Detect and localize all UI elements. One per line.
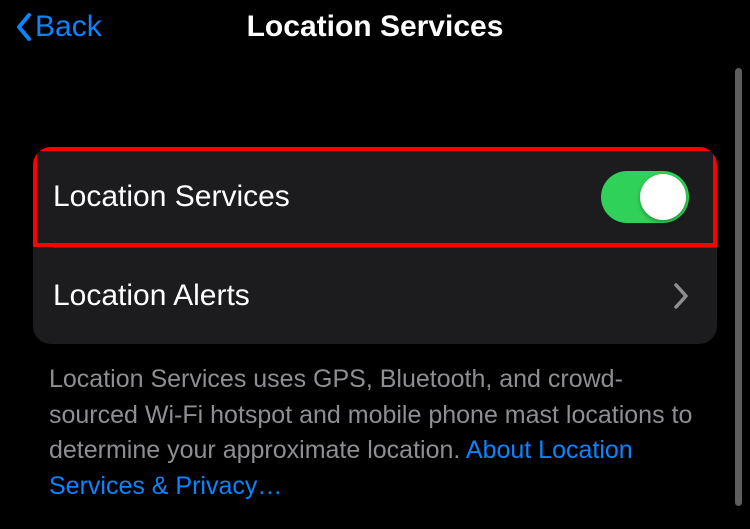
row-label: Location Services xyxy=(53,180,290,214)
row-location-services[interactable]: Location Services xyxy=(33,147,717,247)
chevron-right-icon xyxy=(673,282,689,310)
page-title: Location Services xyxy=(247,10,504,44)
settings-group: Location Services Location Alerts xyxy=(33,147,717,344)
row-label: Location Alerts xyxy=(53,279,250,313)
back-button[interactable]: Back xyxy=(15,10,102,44)
content: Location Services Location Alerts Locati… xyxy=(0,52,750,504)
footer-text: Location Services uses GPS, Bluetooth, a… xyxy=(33,344,717,504)
back-label: Back xyxy=(35,10,102,44)
toggle-knob xyxy=(640,174,686,220)
scrollbar[interactable] xyxy=(735,68,742,506)
location-services-toggle[interactable] xyxy=(601,171,689,223)
chevron-left-icon xyxy=(15,12,33,42)
row-location-alerts[interactable]: Location Alerts xyxy=(33,248,717,344)
nav-bar: Back Location Services xyxy=(0,0,750,52)
